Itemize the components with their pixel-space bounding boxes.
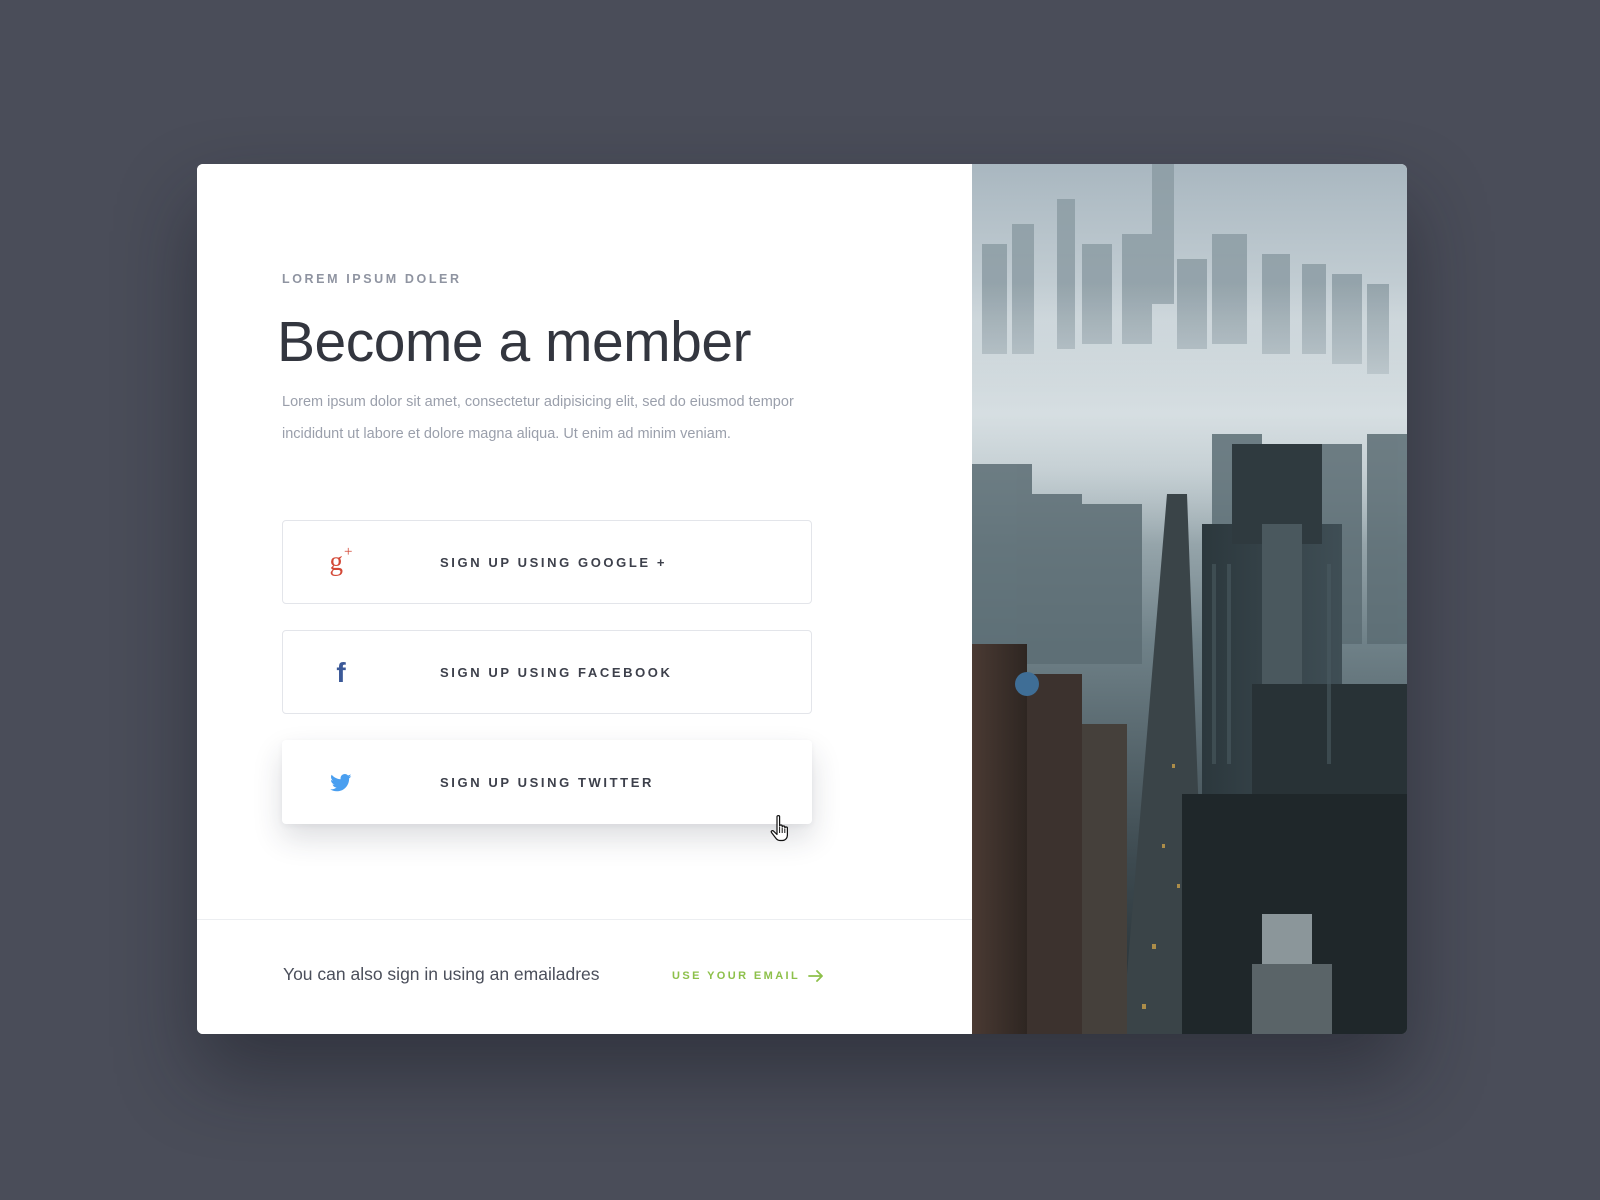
google-signup-button[interactable]: g+ SIGN UP USING GOOGLE +: [282, 520, 812, 604]
footer-divider: [197, 919, 972, 920]
city-skyline-photo: [972, 164, 1407, 1034]
intro-description: Lorem ipsum dolor sit amet, consectetur …: [282, 394, 794, 442]
twitter-signup-label: SIGN UP USING TWITTER: [440, 775, 654, 790]
signup-card: LOREM IPSUM DOLER Become a member Lorem …: [197, 164, 1407, 1034]
use-email-label: USE YOUR EMAIL: [672, 970, 801, 982]
twitter-signup-button[interactable]: SIGN UP USING TWITTER: [282, 740, 812, 824]
twitter-icon: [321, 741, 361, 825]
signup-panel: LOREM IPSUM DOLER Become a member Lorem …: [197, 164, 972, 1034]
facebook-icon: f: [336, 657, 346, 688]
facebook-signup-label: SIGN UP USING FACEBOOK: [440, 665, 673, 680]
facebook-signup-button[interactable]: f SIGN UP USING FACEBOOK: [282, 630, 812, 714]
hand-cursor-icon: [770, 815, 788, 842]
eyebrow-label: LOREM IPSUM DOLER: [282, 272, 462, 286]
arrow-right-icon: [808, 970, 824, 982]
google-signup-label: SIGN UP USING GOOGLE +: [440, 555, 668, 570]
use-email-link[interactable]: USE YOUR EMAIL: [672, 970, 824, 982]
google-plus-icon: g+: [329, 543, 353, 576]
email-signin-hint: You can also sign in using an emailadres: [283, 964, 600, 984]
page-title: Become a member: [277, 310, 752, 374]
